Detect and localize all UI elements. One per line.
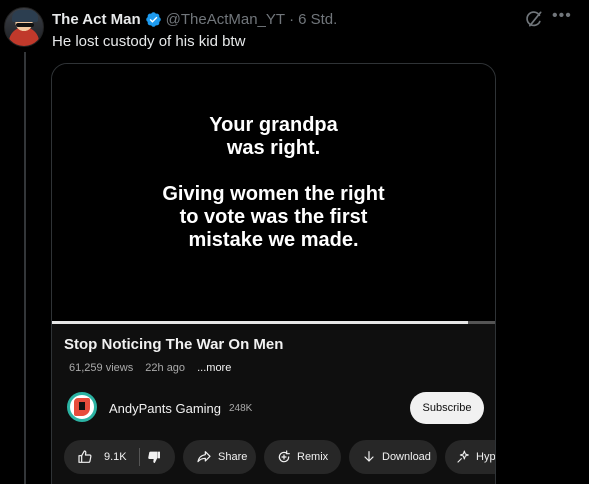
share-label: Share	[218, 451, 248, 463]
hype-label: Hype	[476, 451, 496, 463]
overlay-line: was right.	[226, 137, 321, 159]
embedded-video-card[interactable]: Your grandpa was right. Giving women the…	[51, 63, 496, 484]
separator-dot: ·	[289, 10, 295, 28]
channel-row: AndyPants Gaming 248K Subscribe	[64, 392, 484, 426]
video-title[interactable]: Stop Noticing The War On Men	[64, 336, 283, 353]
video-info-panel: Stop Noticing The War On Men 61,259 view…	[52, 324, 495, 484]
thumbs-up-icon	[78, 450, 92, 463]
channel-avatar[interactable]	[67, 392, 97, 422]
user-avatar[interactable]	[4, 7, 44, 47]
download-button[interactable]: Download	[349, 440, 437, 474]
subscriber-count: 248K	[229, 403, 253, 414]
video-overlay-text: Your grandpa was right. Giving women the…	[52, 114, 495, 252]
display-name[interactable]: The Act Man	[52, 11, 141, 28]
tweet-header: The Act Man @TheActMan_YT · 6 Std.	[52, 9, 337, 29]
more-icon[interactable]: •••	[552, 8, 571, 28]
tweet-text: He lost custody of his kid btw	[52, 33, 246, 50]
thumbs-down-icon[interactable]	[146, 449, 162, 465]
channel-name[interactable]: AndyPants Gaming	[109, 401, 221, 416]
hype-icon	[457, 450, 469, 463]
upload-age: 22h ago	[145, 362, 186, 374]
like-dislike-group: 9.1K	[64, 440, 175, 474]
subscribe-button[interactable]: Subscribe	[410, 392, 484, 424]
avatar-glasses	[16, 23, 34, 27]
like-button[interactable]: 9.1K	[64, 440, 127, 474]
overlay-line: to vote was the first	[179, 206, 368, 228]
download-label: Download	[382, 451, 431, 463]
video-meta: 61,259 views 22h ago ...more	[69, 362, 240, 374]
like-count: 9.1K	[104, 451, 127, 463]
avatar-hat	[12, 10, 38, 22]
overlay-line: Giving women the right	[162, 183, 385, 205]
user-handle[interactable]: @TheActMan_YT	[166, 11, 285, 28]
remix-icon	[278, 450, 290, 463]
overlay-line: Your grandpa	[209, 114, 338, 136]
hype-button[interactable]: Hype	[445, 440, 496, 474]
action-bar: 9.1K Share Remix Download Hyp	[64, 440, 496, 474]
tweet-time[interactable]: 6 Std.	[298, 11, 337, 28]
thread-line	[24, 52, 26, 484]
remix-label: Remix	[297, 451, 329, 463]
view-count: 61,259 views	[69, 362, 134, 374]
remix-button[interactable]: Remix	[264, 440, 341, 474]
video-player[interactable]: Your grandpa was right. Giving women the…	[52, 64, 495, 321]
overlay-line: mistake we made.	[188, 229, 359, 251]
share-icon	[197, 451, 211, 463]
grok-icon[interactable]	[524, 9, 544, 29]
download-icon	[364, 451, 374, 462]
verified-badge-icon	[145, 11, 161, 27]
like-separator	[139, 448, 140, 466]
share-button[interactable]: Share	[183, 440, 256, 474]
more-link[interactable]: ...more	[197, 362, 231, 374]
